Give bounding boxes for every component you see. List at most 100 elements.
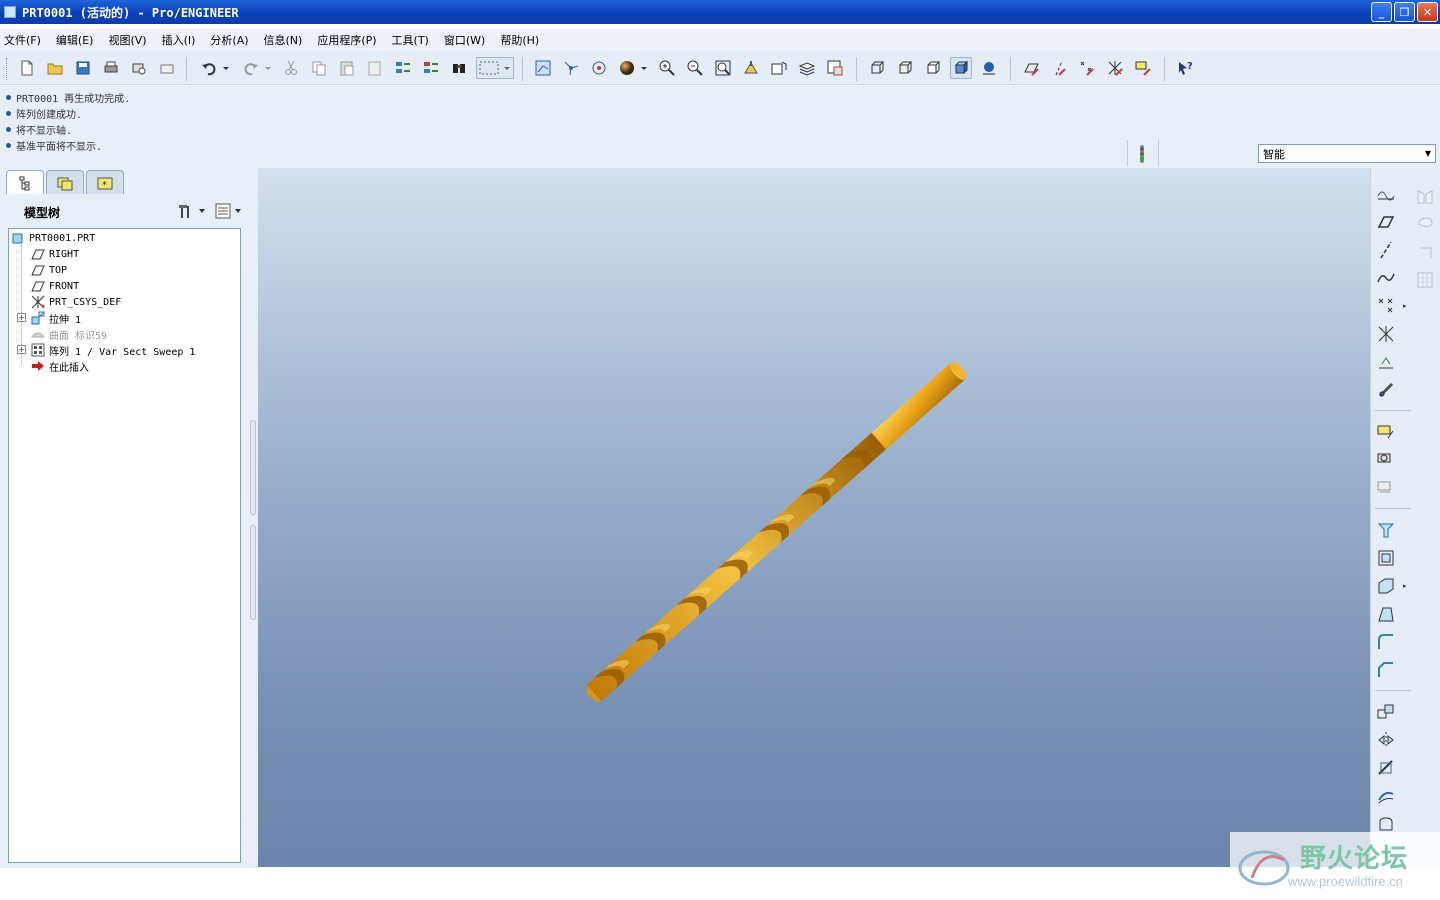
toolbar-handle[interactable] bbox=[6, 58, 9, 80]
datum-axes-toggle-icon[interactable] bbox=[1048, 57, 1070, 79]
revolve-tool-icon[interactable] bbox=[1374, 448, 1398, 472]
move-disabled-icon[interactable] bbox=[1413, 240, 1437, 264]
datum-planes-toggle-icon[interactable] bbox=[1020, 57, 1042, 79]
tab-favorites[interactable]: * bbox=[86, 170, 124, 194]
merge-tool-icon[interactable] bbox=[1374, 784, 1398, 808]
save-icon[interactable] bbox=[72, 57, 94, 79]
selection-filter-select[interactable]: 智能 ▼ bbox=[1258, 144, 1436, 163]
orient-mode-icon[interactable] bbox=[588, 57, 610, 79]
expand-toggle[interactable]: + bbox=[17, 313, 26, 322]
grid-disabled-icon[interactable] bbox=[1413, 268, 1437, 292]
cut-icon[interactable] bbox=[280, 57, 302, 79]
tree-item-extrude[interactable]: 拉伸 1 bbox=[31, 310, 81, 326]
zoom-in-icon[interactable] bbox=[656, 57, 678, 79]
spin-center-icon[interactable] bbox=[560, 57, 582, 79]
view-manager-icon[interactable] bbox=[824, 57, 846, 79]
paste-special-icon[interactable] bbox=[364, 57, 386, 79]
tree-item-pattern[interactable]: 阵列 1 / Var Sect Sweep 1 bbox=[31, 342, 195, 358]
datum-curve-tool-icon[interactable] bbox=[1374, 266, 1398, 290]
splitter-grip[interactable] bbox=[250, 525, 256, 620]
annotation-toggle-icon[interactable] bbox=[1132, 57, 1154, 79]
tree-item-front[interactable]: FRONT bbox=[31, 278, 79, 294]
datum-points-toggle-icon[interactable] bbox=[1076, 57, 1098, 79]
splitter-grip[interactable] bbox=[250, 420, 256, 515]
undo-icon[interactable] bbox=[198, 57, 220, 79]
extrude-tool-icon[interactable] bbox=[1374, 420, 1398, 444]
tree-item-csys[interactable]: PRT_CSYS_DEF bbox=[31, 294, 121, 310]
send-mail-icon[interactable] bbox=[156, 57, 178, 79]
paste-icon[interactable] bbox=[336, 57, 358, 79]
repaint-icon[interactable] bbox=[532, 57, 554, 79]
appearance-dropdown-icon[interactable] bbox=[638, 57, 650, 79]
regenerate-icon[interactable] bbox=[392, 57, 414, 79]
print-preview-icon[interactable] bbox=[128, 57, 150, 79]
pattern-tool-icon[interactable] bbox=[1374, 700, 1398, 724]
shading-icon[interactable] bbox=[950, 57, 972, 79]
open-folder-icon[interactable] bbox=[44, 57, 66, 79]
zoom-out-icon[interactable] bbox=[684, 57, 706, 79]
menu-tools[interactable]: 工具(T) bbox=[392, 32, 429, 48]
sketch-tool-icon[interactable] bbox=[1374, 182, 1398, 206]
refit-icon[interactable] bbox=[712, 57, 734, 79]
menu-window[interactable]: 窗口(W) bbox=[444, 32, 485, 48]
redo-dropdown-icon[interactable] bbox=[262, 57, 274, 79]
round-tool-icon[interactable] bbox=[1374, 630, 1398, 654]
no-hidden-icon[interactable] bbox=[922, 57, 944, 79]
csys-toggle-icon[interactable] bbox=[1104, 57, 1126, 79]
csys-tool-icon[interactable] bbox=[1374, 322, 1398, 346]
print-icon[interactable] bbox=[100, 57, 122, 79]
copy-disabled-icon[interactable] bbox=[1413, 212, 1437, 236]
drill-model[interactable] bbox=[258, 168, 1370, 867]
analysis-feature-icon[interactable] bbox=[1374, 350, 1398, 374]
tree-item-root[interactable]: PRT0001.PRT bbox=[11, 230, 95, 246]
tab-layers[interactable] bbox=[46, 170, 84, 194]
trim-tool-icon[interactable] bbox=[1374, 756, 1398, 780]
tree-item-insert-here[interactable]: 在此插入 bbox=[31, 358, 89, 374]
menu-view[interactable]: 视图(V) bbox=[108, 32, 146, 48]
close-button[interactable]: ✕ bbox=[1417, 2, 1438, 22]
menu-help[interactable]: 帮助(H) bbox=[500, 32, 539, 48]
rib-tool-icon[interactable] bbox=[1374, 574, 1398, 598]
graphics-window[interactable] bbox=[258, 168, 1370, 867]
datum-axis-tool-icon[interactable] bbox=[1374, 238, 1398, 262]
wireframe-icon[interactable] bbox=[866, 57, 888, 79]
restore-button[interactable]: ❐ bbox=[1394, 2, 1415, 22]
tab-model-tree[interactable] bbox=[6, 170, 44, 194]
mirror-tool-icon[interactable] bbox=[1374, 728, 1398, 752]
hidden-line-icon[interactable] bbox=[894, 57, 916, 79]
hole-tool-icon[interactable] bbox=[1374, 518, 1398, 542]
undo-dropdown-icon[interactable] bbox=[220, 57, 232, 79]
reorient-icon[interactable] bbox=[740, 57, 762, 79]
appearance-sphere-icon[interactable] bbox=[616, 57, 638, 79]
expand-toggle[interactable]: + bbox=[17, 345, 26, 354]
new-file-icon[interactable] bbox=[16, 57, 38, 79]
copy-icon[interactable] bbox=[308, 57, 330, 79]
menu-insert[interactable]: 插入(I) bbox=[162, 32, 196, 48]
regeneration-manager-icon[interactable] bbox=[420, 57, 442, 79]
chamfer-tool-icon[interactable] bbox=[1374, 658, 1398, 682]
shell-tool-icon[interactable] bbox=[1374, 546, 1398, 570]
datum-plane-tool-icon[interactable] bbox=[1374, 210, 1398, 234]
show-dropdown-button[interactable] bbox=[214, 202, 242, 220]
datum-point-tool-icon[interactable] bbox=[1374, 294, 1398, 318]
sweep-tool-icon[interactable] bbox=[1374, 476, 1398, 500]
menu-info[interactable]: 信息(N) bbox=[264, 32, 303, 48]
regeneration-status-icon[interactable] bbox=[1137, 144, 1147, 164]
tree-item-right[interactable]: RIGHT bbox=[31, 246, 79, 262]
selection-box-dropdown[interactable] bbox=[476, 57, 514, 79]
minimize-button[interactable]: _ bbox=[1371, 2, 1392, 22]
menu-analysis[interactable]: 分析(A) bbox=[210, 32, 248, 48]
settings-dropdown-button[interactable] bbox=[176, 202, 206, 220]
enhanced-realism-icon[interactable] bbox=[978, 57, 1000, 79]
draft-tool-icon[interactable] bbox=[1374, 602, 1398, 626]
more-arrow-icon[interactable]: ▸ bbox=[1403, 302, 1407, 310]
tree-item-surface[interactable]: 曲面 标识59 bbox=[31, 326, 107, 342]
mirror-disabled-icon[interactable] bbox=[1413, 184, 1437, 208]
more-arrow-icon[interactable]: ▸ bbox=[1403, 582, 1407, 590]
redo-icon[interactable] bbox=[240, 57, 262, 79]
context-help-icon[interactable]: ? bbox=[1174, 57, 1196, 79]
find-binoculars-icon[interactable] bbox=[448, 57, 470, 79]
menu-file[interactable]: 文件(F) bbox=[4, 32, 41, 48]
saved-views-icon[interactable] bbox=[768, 57, 790, 79]
menu-applications[interactable]: 应用程序(P) bbox=[317, 32, 376, 48]
